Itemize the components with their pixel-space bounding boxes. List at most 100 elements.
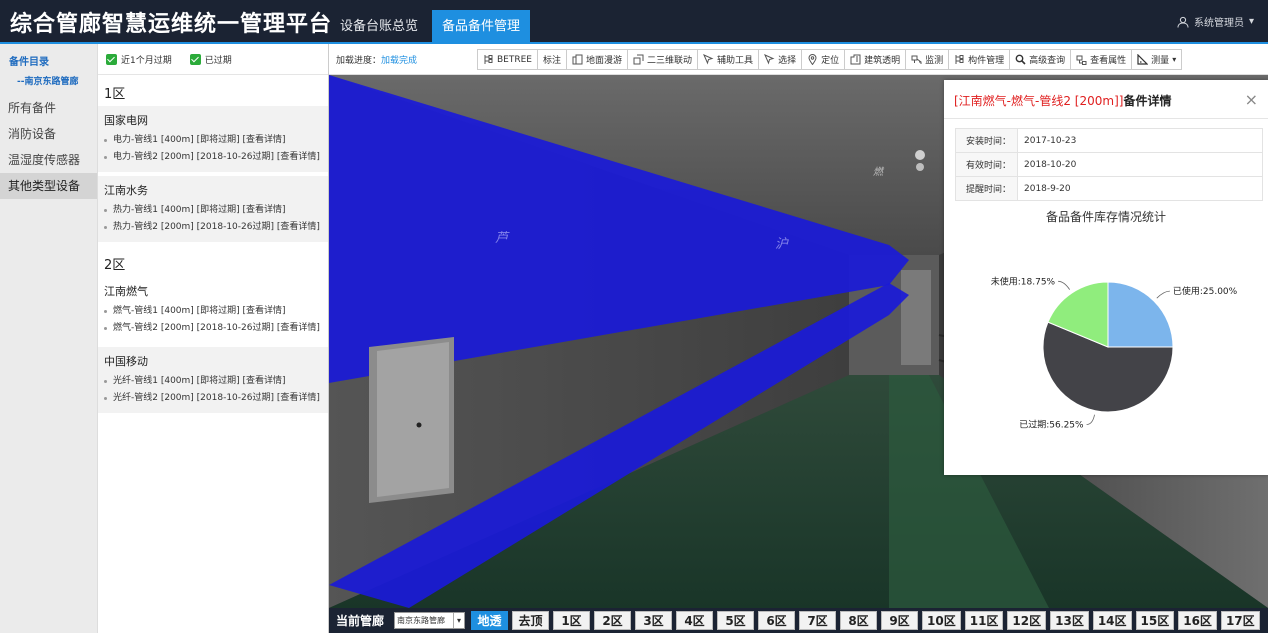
tool-monitor[interactable]: 监测: [906, 50, 950, 69]
row-value: 2017-10-23: [1017, 128, 1263, 153]
zone-button[interactable]: 去顶: [512, 611, 550, 630]
zone-button[interactable]: 7区: [799, 611, 837, 630]
tool-component[interactable]: 构件管理: [949, 50, 1011, 69]
app-title: 综合管廊智慧运维统一管理平台: [10, 12, 333, 37]
list-item[interactable]: 燃气-管线1 [400m] [即将过期] [查看详情]: [104, 303, 322, 320]
pie-label-connector: [1058, 280, 1070, 290]
list-item[interactable]: 热力-管线2 [200m] [2018-10-26过期] [查看详情]: [104, 219, 322, 236]
zone-title: 1区: [104, 87, 126, 102]
list-item[interactable]: 光纤-管线1 [400m] [即将过期] [查看详情]: [104, 373, 322, 390]
list-item[interactable]: 燃气-管线2 [200m] [2018-10-26过期] [查看详情]: [104, 320, 322, 337]
list-item-text: 光纤-管线2 [200m] [2018-10-26过期] [查看详情]: [113, 393, 320, 403]
tool-select[interactable]: 选择: [759, 50, 803, 69]
zone-button[interactable]: 10区: [922, 611, 961, 630]
tool-annotate[interactable]: 标注: [538, 50, 568, 69]
checkbox-checked-icon[interactable]: [106, 53, 117, 65]
tool-advanced-search[interactable]: 高级查询: [1010, 50, 1072, 69]
zone-button[interactable]: 16区: [1178, 611, 1217, 630]
tool-measure[interactable]: 测量 ▾: [1132, 50, 1181, 69]
zone-button[interactable]: 5区: [717, 611, 755, 630]
pie-slice[interactable]: [1107, 281, 1174, 348]
user-menu[interactable]: 系统管理员 ▾: [1177, 14, 1254, 29]
list-item[interactable]: 热力-管线1 [400m] [即将过期] [查看详情]: [104, 202, 322, 219]
list-item[interactable]: 电力-管线1 [400m] [即将过期] [查看详情]: [104, 132, 322, 149]
zone-block: 1区 国家电网 电力-管线1 [400m] [即将过期] [查看详情] 电力-管…: [98, 75, 328, 242]
filter-bar: 近1个月过期 已过期: [98, 44, 328, 75]
building-icon: [850, 54, 861, 65]
corridor-select-value: 南京东路管廊: [397, 616, 446, 625]
zone-button[interactable]: 3区: [635, 611, 673, 630]
scene-toolbar: 加载进度：加载完成 BETREE 标注 地面漫游 二三维联动 辅助工具 选择 定…: [329, 44, 1268, 75]
list-item-text: 热力-管线2 [200m] [2018-10-26过期] [查看详情]: [113, 222, 320, 232]
sidebar-item-other[interactable]: 其他类型设备: [0, 173, 97, 199]
tool-betree[interactable]: BETREE: [478, 50, 538, 69]
search-icon: [1015, 54, 1026, 65]
pie-label: 已使用:25.00%: [1173, 285, 1238, 297]
bottom-bar: 当前管廊 南京东路管廊 ▾ 地透 去顶 1区 2区 3区 4区 5区 6区 7区 8区 9区 10区 1…: [329, 608, 1268, 633]
corridor-select[interactable]: 南京东路管廊 ▾: [394, 612, 466, 629]
link-icon: [633, 54, 644, 65]
monitor-icon: [911, 55, 922, 64]
zone-button[interactable]: 4区: [676, 611, 714, 630]
zone-button[interactable]: 14区: [1092, 611, 1132, 630]
sidebar-item-fire[interactable]: 消防设备: [0, 121, 97, 147]
list-item[interactable]: 光纤-管线2 [200m] [2018-10-26过期] [查看详情]: [104, 390, 322, 407]
sidebar-item-all[interactable]: 所有备件: [0, 95, 97, 121]
property-icon: [1076, 55, 1087, 65]
bullet-icon: [104, 380, 107, 383]
list-item[interactable]: 电力-管线2 [200m] [2018-10-26过期] [查看详情]: [104, 149, 322, 166]
tool-ground-roam[interactable]: 地面漫游: [567, 50, 629, 69]
category-sidebar: 备件目录 --南京东路管廊 所有备件 消防设备 温湿度传感器 其他类型设备: [0, 44, 98, 633]
pipe-label: 沪: [775, 237, 789, 252]
checkbox-checked-icon[interactable]: [189, 53, 201, 65]
vendor-group: 国家电网 电力-管线1 [400m] [即将过期] [查看详情] 电力-管线2 …: [98, 106, 328, 172]
list-item-text: 热力-管线1 [400m] [即将过期] [查看详情]: [113, 205, 286, 215]
list-item-text: 光纤-管线1 [400m] [即将过期] [查看详情]: [113, 376, 286, 386]
tab-spare-parts[interactable]: 备品备件管理: [432, 10, 531, 44]
pipe-label: 芦: [495, 231, 509, 246]
catalog-sub[interactable]: --南京东路管廊: [0, 68, 97, 87]
list-item-text: 燃气-管线2 [200m] [2018-10-26过期] [查看详情]: [113, 323, 320, 333]
tab-equipment-ledger[interactable]: 设备台账总览: [330, 10, 428, 44]
zone-button[interactable]: 6区: [758, 611, 796, 630]
zone-button[interactable]: 17区: [1220, 611, 1260, 630]
tool-label: 标注: [543, 56, 562, 66]
zone-button[interactable]: 8区: [840, 611, 878, 630]
vendor-group: 中国移动 光纤-管线1 [400m] [即将过期] [查看详情] 光纤-管线2 …: [98, 347, 328, 413]
pipe-label: 燃: [873, 167, 883, 178]
tool-locate[interactable]: 定位: [802, 50, 846, 69]
vendor-name: 中国移动: [104, 355, 148, 368]
sidebar-item-sensor[interactable]: 温湿度传感器: [0, 147, 97, 173]
close-icon[interactable]: ×: [1245, 90, 1258, 109]
zone-button[interactable]: 2区: [594, 611, 632, 630]
caret-down-icon: ▾: [1172, 55, 1177, 64]
tool-transparent[interactable]: 建筑透明: [845, 50, 907, 69]
catalog-title[interactable]: 备件目录: [0, 44, 97, 68]
chart-title: 备品备件库存情况统计: [1045, 210, 1166, 224]
progress-label: 加载进度：: [336, 56, 382, 66]
pin-icon: [808, 54, 817, 65]
filter-expire-soon[interactable]: 近1个月过期: [106, 53, 172, 66]
inventory-pie-chart: 已使用:25.00% 已过期:56.25% 未使用:18.75%: [991, 275, 1238, 430]
filter-label: 已过期: [204, 55, 232, 66]
tool-properties[interactable]: 查看属性: [1071, 50, 1133, 69]
tool-label: 查看属性: [1090, 56, 1127, 66]
zone-button[interactable]: 15区: [1135, 611, 1175, 630]
tool-label: 建筑透明: [864, 56, 901, 66]
bullet-icon: [104, 327, 107, 330]
tool-2d3d-link[interactable]: 二三维联动: [628, 50, 699, 69]
filter-expired[interactable]: 已过期: [189, 53, 232, 66]
zone-button[interactable]: 9区: [881, 611, 919, 630]
tree-icon: [484, 55, 493, 64]
tool-label: 高级查询: [1029, 56, 1066, 66]
zone-button[interactable]: 1区: [553, 611, 591, 630]
vendor-name: 江南水务: [104, 184, 148, 197]
pie-label: 未使用:18.75%: [991, 275, 1056, 287]
row-key: 安装时间：: [955, 128, 1018, 153]
zone-button[interactable]: 12区: [1007, 611, 1047, 630]
tool-helper[interactable]: 辅助工具: [698, 50, 760, 69]
zone-button[interactable]: 地透: [471, 611, 509, 630]
table-row: 提醒时间： 2018-9-20: [955, 176, 1263, 201]
zone-button[interactable]: 13区: [1050, 611, 1089, 630]
zone-button[interactable]: 11区: [964, 611, 1004, 630]
